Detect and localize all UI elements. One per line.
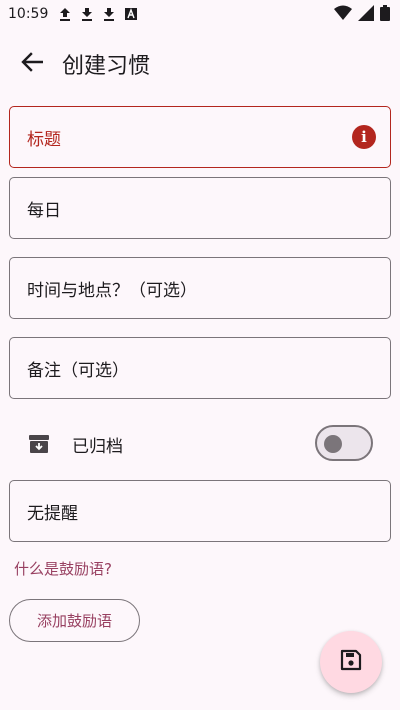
status-notification-icons bbox=[58, 6, 138, 22]
archive-row: 已归档 bbox=[0, 418, 400, 470]
status-system-icons bbox=[334, 5, 390, 25]
signal-icon bbox=[358, 5, 374, 25]
download-icon bbox=[80, 6, 94, 22]
status-time: 10:59 bbox=[8, 6, 49, 22]
add-encouragement-label: 添加鼓励语 bbox=[36, 612, 112, 630]
title-input[interactable]: 标题 i bbox=[9, 106, 391, 168]
time-place-input[interactable]: 时间与地点？（可选） bbox=[9, 257, 391, 319]
save-icon bbox=[340, 649, 362, 675]
archive-label: 已归档 bbox=[72, 436, 123, 457]
notes-placeholder: 备注（可选） bbox=[27, 360, 129, 381]
error-icon: i bbox=[352, 125, 376, 149]
download-icon bbox=[102, 6, 116, 22]
save-fab[interactable] bbox=[320, 631, 382, 693]
switch-thumb bbox=[324, 435, 342, 453]
back-button[interactable] bbox=[8, 40, 56, 88]
arrow-back-icon bbox=[21, 52, 44, 76]
upload-icon bbox=[58, 6, 72, 22]
frequency-value: 每日 bbox=[27, 200, 61, 221]
status-bar: 10:59 bbox=[0, 0, 400, 28]
notes-input[interactable]: 备注（可选） bbox=[9, 337, 391, 399]
time-place-placeholder: 时间与地点？（可选） bbox=[27, 280, 197, 301]
wifi-icon bbox=[334, 5, 352, 25]
battery-icon bbox=[380, 5, 390, 25]
title-input-placeholder: 标题 bbox=[27, 129, 61, 150]
frequency-field[interactable]: 每日 bbox=[9, 177, 391, 239]
archive-icon bbox=[28, 433, 50, 455]
add-encouragement-button[interactable]: 添加鼓励语 bbox=[9, 599, 140, 642]
archive-switch[interactable] bbox=[315, 425, 373, 461]
page-title: 创建习惯 bbox=[62, 54, 151, 79]
app-bar: 创建习惯 bbox=[0, 38, 400, 90]
a-box-icon bbox=[124, 6, 138, 22]
reminder-value: 无提醒 bbox=[27, 503, 78, 524]
what-is-encouragement-link[interactable]: 什么是鼓励语? bbox=[14, 558, 112, 579]
create-habit-screen: 10:59 创建习惯 标题 i 每日 时间与地点？（可选） 备注（可选） 已归档… bbox=[0, 0, 400, 710]
reminder-field[interactable]: 无提醒 bbox=[9, 480, 391, 542]
